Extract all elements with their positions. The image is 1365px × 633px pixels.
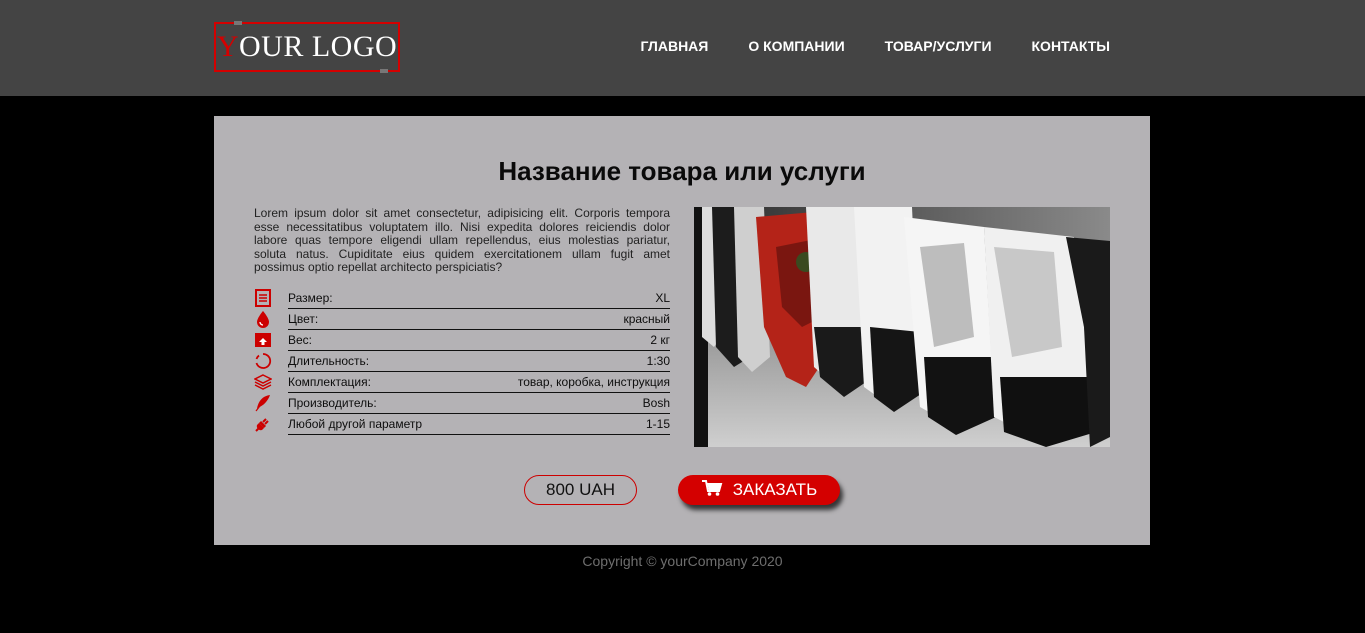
spec-row-package: Комплектация: товар, коробка, инструкция [254, 372, 670, 393]
spec-row-duration: Длительность: 1:30 [254, 351, 670, 372]
spec-label: Длительность: [288, 354, 370, 368]
spec-row-manufacturer: Производитель: Bosh [254, 393, 670, 414]
cart-icon [701, 479, 723, 502]
spec-row-content: Длительность: 1:30 [288, 351, 670, 372]
spec-label: Вес: [288, 333, 313, 347]
order-button-label: ЗАКАЗАТЬ [732, 480, 818, 499]
timer-icon [254, 352, 272, 370]
spec-row-color: Цвет: красный [254, 309, 670, 330]
spec-label: Цвет: [288, 312, 319, 326]
spec-label: Производитель: [288, 396, 377, 410]
layers-icon [254, 373, 272, 391]
spec-value: красный [623, 312, 670, 326]
nav-link-contacts[interactable]: КОНТАКТЫ [1032, 38, 1110, 54]
scale-icon [254, 331, 272, 349]
spec-value: 2 кг [650, 333, 670, 347]
spec-list: Размер: XL Цвет: красный Вес: 2 кг Длите… [254, 288, 670, 435]
document-icon [254, 289, 272, 307]
nav-link-home[interactable]: ГЛАВНАЯ [640, 38, 708, 54]
spec-row-content: Любой другой параметр 1-15 [288, 414, 670, 435]
spec-row-content: Комплектация: товар, коробка, инструкция [288, 372, 670, 393]
product-description: Lorem ipsum dolor sit amet consectetur, … [254, 206, 670, 274]
product-title: Название товара или услуги [498, 156, 866, 186]
main-nav: ГЛАВНАЯ О КОМПАНИИ ТОВАР/УСЛУГИ КОНТАКТЫ [640, 38, 1110, 54]
spec-row-content: Вес: 2 кг [288, 330, 670, 351]
order-button[interactable]: ЗАКАЗАТЬ [678, 475, 840, 505]
drop-icon [254, 310, 272, 328]
spec-label: Комплектация: [288, 375, 371, 389]
spec-row-content: Производитель: Bosh [288, 393, 670, 414]
product-image [694, 207, 1110, 447]
spec-value: Bosh [642, 396, 670, 410]
spec-label: Любой другой параметр [288, 417, 423, 431]
spec-row-size: Размер: XL [254, 288, 670, 309]
nav-link-about[interactable]: О КОМПАНИИ [748, 38, 844, 54]
spec-row-content: Размер: XL [288, 288, 670, 309]
plug-icon [254, 415, 272, 433]
spec-value: 1:30 [646, 354, 670, 368]
product-card: Название товара или услуги Lorem ipsum d… [214, 116, 1150, 545]
logo-text: OUR LOGO [239, 30, 398, 63]
spec-row-weight: Вес: 2 кг [254, 330, 670, 351]
site-header: Y OUR LOGO ГЛАВНАЯ О КОМПАНИИ ТОВАР/УСЛУГ… [0, 0, 1365, 96]
spec-value: товар, коробка, инструкция [517, 375, 670, 389]
spec-row-other: Любой другой параметр 1-15 [254, 414, 670, 435]
spec-value: 1-15 [645, 417, 670, 431]
spec-label: Размер: [288, 291, 333, 305]
spec-row-content: Цвет: красный [288, 309, 670, 330]
logo-first-letter: Y [216, 30, 239, 63]
price-badge: 800 UAH [524, 475, 637, 505]
logo[interactable]: Y OUR LOGO [214, 21, 400, 73]
spec-value: XL [655, 291, 670, 305]
nav-link-products[interactable]: ТОВАР/УСЛУГИ [885, 38, 992, 54]
footer-copyright: Copyright © yourCompany 2020 [582, 553, 783, 569]
feather-icon [254, 394, 272, 412]
